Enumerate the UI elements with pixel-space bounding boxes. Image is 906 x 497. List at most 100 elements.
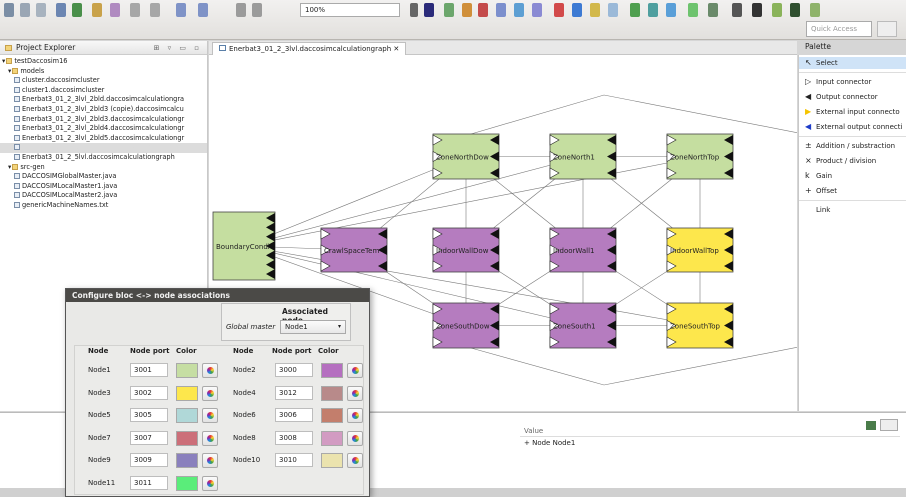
filter-icon[interactable] [810,3,820,17]
delete-icon[interactable] [478,3,488,17]
color-picker-button[interactable] [202,408,218,423]
redo-icon[interactable] [150,3,160,17]
edit-icon[interactable] [92,3,102,17]
graph-link[interactable] [470,345,797,386]
graph-block[interactable]: ZoneNorth1 [549,133,617,180]
info-icon[interactable] [752,3,762,17]
palette-item[interactable]: ▷ Input connector [799,76,906,88]
bookmark-icon[interactable] [554,3,564,17]
zoom-in-icon[interactable] [236,3,246,17]
tree-file[interactable]: DACCOSIMLocalMaster1.java [0,182,207,192]
color-picker-button[interactable] [202,453,218,468]
tree-file[interactable]: cluster.daccosimcluster [0,76,207,86]
palette-item[interactable]: ◀ Output connector [799,91,906,103]
tree-folder[interactable]: ▾ src-gen [0,163,207,173]
save-all-icon[interactable] [36,3,46,17]
node-port-field[interactable]: 3010 [275,453,313,467]
value-row[interactable]: + Node Node1 [524,439,575,447]
graph-block[interactable]: ZoneNorthTop [666,133,734,180]
graph-block[interactable]: CrawlSpaceTem [320,227,388,273]
palette-item[interactable]: k Gain [799,170,906,182]
route-icon[interactable] [514,3,524,17]
quick-access-input[interactable]: Quick Access [806,21,872,37]
undo-icon[interactable] [130,3,140,17]
node-port-field[interactable]: 3012 [275,385,313,400]
palette-item[interactable]: + Offset [799,185,906,197]
tree-file[interactable]: DACCOSIMLocalMaster2.java [0,191,207,201]
color-picker-button[interactable] [202,363,218,378]
node-port-field[interactable]: 3001 [130,363,168,377]
tree-file[interactable]: DACCOSIMGlobalMaster.java [0,172,207,182]
tree-file[interactable]: Enerbat3_01_2_3lvl.daccosimcalculationgr… [0,143,207,153]
expand-icon[interactable]: ▾ [8,163,11,171]
perspective-icon[interactable] [877,21,897,37]
node-port-field[interactable]: 3002 [130,385,168,400]
tree-file[interactable]: Enerbat3_01_2_3lvl_2bld3 (copie).daccosi… [0,105,207,115]
zoom-out-icon[interactable] [252,3,262,17]
save-icon[interactable] [20,3,30,17]
graph-block[interactable]: ZoneSouth1 [549,302,617,349]
graph-block[interactable]: IndoorWallDow [432,227,500,273]
node-port-field[interactable]: 3005 [130,408,168,422]
new-icon[interactable] [4,3,14,17]
color-picker-button[interactable] [202,430,218,446]
node-port-field[interactable]: 3000 [275,363,313,377]
graph-link[interactable] [243,156,584,247]
palette-item[interactable]: Link [799,204,906,216]
color-picker-button[interactable] [347,363,363,378]
color-picker-button[interactable] [347,430,363,446]
debug-icon[interactable] [72,3,82,17]
zoom-dropdown-icon[interactable] [410,3,418,17]
format-icon[interactable] [532,3,542,17]
tree-file[interactable]: genericMachineNames.txt [0,201,207,211]
palette-item[interactable]: ◀ External output connecti [799,121,906,133]
cluster-icon[interactable] [666,3,676,17]
forward-icon[interactable] [198,3,208,17]
link-icon[interactable] [590,3,600,17]
wave-icon[interactable] [708,3,718,17]
align-icon[interactable] [424,3,434,17]
project-explorer-title[interactable]: Project Explorer [16,43,75,52]
tool-icon[interactable] [732,3,742,17]
tree-file[interactable]: Enerbat3_01_2_3lvl_2bld3.daccosimcalcula… [0,115,207,125]
plugin-icon[interactable] [772,3,782,17]
terminal-icon[interactable] [790,3,800,17]
graph-block[interactable]: ZoneSouthDow [432,302,500,349]
graph-block[interactable]: IndoorWallTop [666,227,734,273]
color-picker-button[interactable] [202,385,218,401]
expand-icon[interactable]: ▾ [2,57,5,65]
color-picker-button[interactable] [347,385,363,401]
wand-icon[interactable] [110,3,120,17]
palette-item[interactable]: ± Addition / substraction [799,140,906,152]
graph-block[interactable]: BoundaryCondi [212,211,276,281]
expand-icon[interactable]: ▾ [8,67,11,75]
palette-item[interactable]: ↖ Select [799,57,906,69]
back-icon[interactable] [176,3,186,17]
global-master-select[interactable]: Node1 ▾ [280,320,346,334]
color-picker-button[interactable] [347,408,363,423]
arrange-icon[interactable] [496,3,506,17]
graph-link[interactable] [470,94,797,135]
view-menu-icon[interactable]: ⊞ ▿ ▭ ▫ [154,44,202,52]
tree-file[interactable]: Enerbat3_01_2_5lvl.daccosimcalculationgr… [0,153,207,163]
fill-icon[interactable] [462,3,472,17]
tree-file[interactable]: Enerbat3_01_2_3lvl_2bld4.daccosimcalcula… [0,124,207,134]
tree-file[interactable]: Enerbat3_01_2_3lvl_2bld5.daccosimcalcula… [0,134,207,144]
tree-file[interactable]: Enerbat3_01_2_3lvl_2bld.daccosimcalculat… [0,95,207,105]
graph-block[interactable]: ZoneSouthTop [666,302,734,349]
color-picker-button[interactable] [347,453,363,468]
tree-folder[interactable]: ▾ models [0,67,207,77]
node-port-field[interactable]: 3011 [130,475,168,490]
node-port-field[interactable]: 3007 [130,430,168,445]
run-icon[interactable] [648,3,658,17]
print-icon[interactable] [56,3,66,17]
tree-file[interactable]: cluster1.daccosimcluster [0,86,207,96]
zoom-field[interactable]: 100% [300,3,400,17]
editor-tab[interactable]: Enerbat3_01_2_3lvl.daccosimcalculationgr… [212,42,407,55]
node-port-field[interactable]: 3009 [130,453,168,467]
palette-item[interactable]: × Product / division [799,155,906,167]
graph-block[interactable]: ZoneNorthDow [432,133,500,180]
palette-item[interactable]: ▶ External input connecto [799,106,906,118]
close-tab-icon[interactable]: ✕ [393,45,399,53]
check-icon[interactable] [688,3,698,17]
